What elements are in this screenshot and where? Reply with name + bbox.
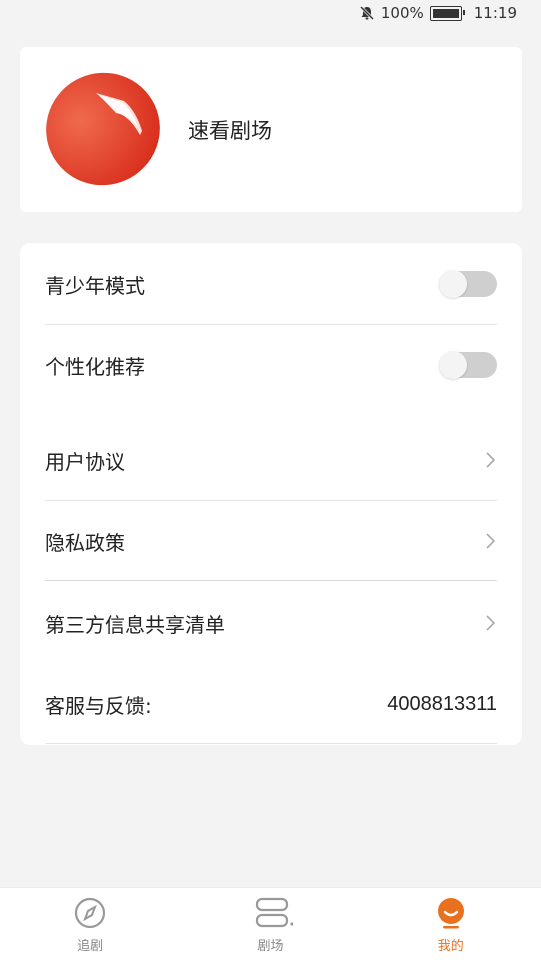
personalized-toggle[interactable] [439,351,497,379]
chevron-right-icon [486,533,496,549]
battery-percent: 100% [380,4,424,22]
support-row: 客服与反馈: 4008813311 [45,683,497,725]
teen-mode-toggle[interactable] [439,270,497,298]
user-agreement-row[interactable]: 用户协议 [45,439,497,481]
app-name: 速看剧场 [188,118,272,143]
nav-label-mine: 我的 [437,938,464,954]
profile-card[interactable]: 速看剧场 [20,47,522,212]
support-label: 客服与反馈: [45,693,152,718]
chevron-right-icon [486,615,496,631]
clock-time: 11:19 [473,4,517,22]
user-agreement-label: 用户协议 [45,449,125,474]
chevron-right-icon [486,452,496,468]
teen-mode-label: 青少年模式 [45,273,145,298]
theater-icon [253,897,295,929]
privacy-policy-label: 隐私政策 [45,530,125,555]
app-logo-icon [44,71,162,189]
privacy-policy-row[interactable]: 隐私政策 [45,520,497,562]
nav-label-theater: 剧场 [257,938,284,954]
personalized-label: 个性化推荐 [45,354,145,379]
status-bar: 100% 11:19 [0,0,541,26]
divider [45,324,497,325]
nav-item-mine[interactable]: 我的 [391,897,511,954]
settings-card: 青少年模式 个性化推荐 用户协议 隐私政策 第三方信息共享清单 客服与反馈: 4… [20,243,522,745]
nav-item-theater[interactable]: 剧场 [210,897,330,954]
divider [45,743,497,744]
compass-icon [73,897,107,929]
divider [45,580,497,581]
third-party-row[interactable]: 第三方信息共享清单 [45,602,497,644]
nav-label-follow: 追剧 [77,938,104,954]
profile-smile-icon [434,897,468,929]
divider [45,500,497,501]
third-party-label: 第三方信息共享清单 [45,612,225,637]
personalized-row: 个性化推荐 [45,344,497,386]
support-phone[interactable]: 4008813311 [387,693,497,716]
bottom-nav: 追剧 剧场 我的 [0,887,541,962]
nav-item-follow[interactable]: 追剧 [30,897,150,954]
mute-bell-icon [359,5,374,21]
teen-mode-row: 青少年模式 [45,263,497,305]
battery-icon [429,5,465,21]
